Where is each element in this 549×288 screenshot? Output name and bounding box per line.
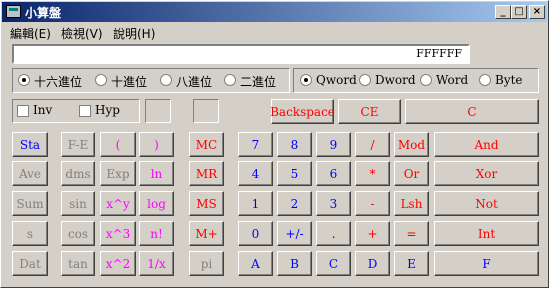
- inv-checkbox[interactable]: [17, 105, 29, 117]
- keypad-button[interactable]: 1: [238, 191, 273, 216]
- word-size-group: Qword Dword Word Byte: [293, 68, 539, 93]
- radio-word-label: Word: [436, 73, 469, 87]
- radio-bin-dot: [224, 74, 236, 86]
- keypad-button[interactable]: +: [355, 221, 390, 246]
- stat-button[interactable]: s: [12, 221, 48, 246]
- sci-button[interactable]: 1/x: [139, 251, 174, 276]
- calculator-icon: [6, 5, 21, 18]
- maximize-button[interactable]: □: [511, 5, 527, 19]
- keypad-button[interactable]: 5: [277, 161, 312, 186]
- calculator-window: 小算盤 _ □ × 編輯(E) 檢視(V) 說明(H) FFFFFF 十六進位 …: [0, 0, 549, 288]
- sci-button[interactable]: n!: [139, 221, 174, 246]
- radio-bin-label: 二進位: [240, 75, 277, 89]
- memory-button[interactable]: MC: [189, 132, 224, 157]
- keypad-button[interactable]: +/-: [277, 221, 312, 246]
- hyp-label: Hyp: [95, 103, 120, 117]
- keypad-button[interactable]: E: [394, 251, 429, 276]
- radio-oct-label: 八進位: [176, 75, 213, 89]
- stat-button[interactable]: Sum: [12, 191, 48, 216]
- inv-label: Inv: [33, 103, 53, 117]
- memory-indicator: [193, 99, 219, 123]
- radio-qword-dot: [300, 74, 312, 86]
- keypad-button[interactable]: D: [355, 251, 390, 276]
- keypad-button[interactable]: And: [434, 132, 539, 157]
- radio-dword-dot: [359, 74, 371, 86]
- inv-hyp-group: Inv Hyp: [12, 99, 140, 123]
- result-display: FFFFFF: [12, 44, 470, 64]
- window-title: 小算盤: [25, 6, 62, 20]
- number-base-group: 十六進位 十進位 八進位 二進位: [12, 68, 290, 93]
- hyp-checkbox[interactable]: [79, 105, 91, 117]
- keypad-button[interactable]: *: [355, 161, 390, 186]
- keypad-button[interactable]: .: [316, 221, 351, 246]
- menu-help[interactable]: 說明(H): [113, 25, 155, 42]
- close-button[interactable]: ×: [529, 5, 545, 19]
- radio-hex-dot: [18, 74, 30, 86]
- keypad-button[interactable]: 9: [316, 132, 351, 157]
- keypad-button[interactable]: Int: [434, 221, 539, 246]
- menu-edit[interactable]: 編輯(E): [10, 25, 51, 42]
- keypad-button[interactable]: B: [277, 251, 312, 276]
- keypad-button[interactable]: C: [316, 251, 351, 276]
- keypad-button[interactable]: =: [394, 221, 429, 246]
- ce-button[interactable]: CE: [338, 99, 401, 124]
- title-bar[interactable]: 小算盤 _ □ ×: [2, 2, 547, 22]
- keypad-button[interactable]: Xor: [434, 161, 539, 186]
- keypad-button[interactable]: /: [355, 132, 390, 157]
- keypad-button[interactable]: 7: [238, 132, 273, 157]
- keypad-button[interactable]: 2: [277, 191, 312, 216]
- sci-button[interactable]: sin: [61, 191, 95, 216]
- radio-dec-dot: [95, 74, 107, 86]
- keypad-button[interactable]: Or: [394, 161, 429, 186]
- keypad-button[interactable]: Mod: [394, 132, 429, 157]
- radio-word-dot: [420, 74, 432, 86]
- backspace-button[interactable]: Backspace: [270, 99, 335, 124]
- memory-button[interactable]: MR: [189, 161, 224, 186]
- keypad-button[interactable]: A: [238, 251, 273, 276]
- menu-view[interactable]: 檢視(V): [61, 25, 103, 42]
- sci-button[interactable]: x^3: [100, 221, 136, 246]
- radio-byte-dot: [479, 74, 491, 86]
- keypad-button[interactable]: 6: [316, 161, 351, 186]
- keypad-button[interactable]: Lsh: [394, 191, 429, 216]
- stat-button[interactable]: Ave: [12, 161, 48, 186]
- sci-button[interactable]: (: [100, 132, 136, 157]
- keypad-button[interactable]: 3: [316, 191, 351, 216]
- sci-button[interactable]: x^2: [100, 251, 136, 276]
- radio-dword-label: Dword: [375, 73, 416, 87]
- sci-button[interactable]: cos: [61, 221, 95, 246]
- keypad-button[interactable]: Not: [434, 191, 539, 216]
- minimize-button[interactable]: _: [495, 5, 511, 19]
- radio-qword-label: Qword: [316, 73, 357, 87]
- radio-oct-dot: [160, 74, 172, 86]
- memory-button[interactable]: pi: [189, 251, 224, 276]
- keypad-button[interactable]: 8: [277, 132, 312, 157]
- keypad-button[interactable]: 0: [238, 221, 273, 246]
- sci-button[interactable]: Exp: [100, 161, 136, 186]
- radio-byte-label: Byte: [495, 73, 523, 87]
- keypad-button[interactable]: F: [434, 251, 539, 276]
- sci-button[interactable]: dms: [61, 161, 95, 186]
- menu-bar: 編輯(E) 檢視(V) 說明(H): [2, 23, 547, 41]
- radio-hex-label: 十六進位: [34, 75, 83, 89]
- memory-button[interactable]: M+: [189, 221, 224, 246]
- sci-button[interactable]: tan: [61, 251, 95, 276]
- keypad-button[interactable]: 4: [238, 161, 273, 186]
- paren-indicator: [145, 99, 171, 123]
- sci-button[interactable]: log: [139, 191, 174, 216]
- sci-button[interactable]: ln: [139, 161, 174, 186]
- sci-button[interactable]: ): [139, 132, 174, 157]
- stat-button[interactable]: Sta: [12, 132, 48, 157]
- clear-button[interactable]: C: [405, 99, 539, 124]
- stat-button[interactable]: Dat: [12, 251, 48, 276]
- keypad-button[interactable]: -: [355, 191, 390, 216]
- sci-button[interactable]: x^y: [100, 191, 136, 216]
- sci-button[interactable]: F-E: [61, 132, 95, 157]
- radio-dec-label: 十進位: [111, 75, 148, 89]
- memory-button[interactable]: MS: [189, 191, 224, 216]
